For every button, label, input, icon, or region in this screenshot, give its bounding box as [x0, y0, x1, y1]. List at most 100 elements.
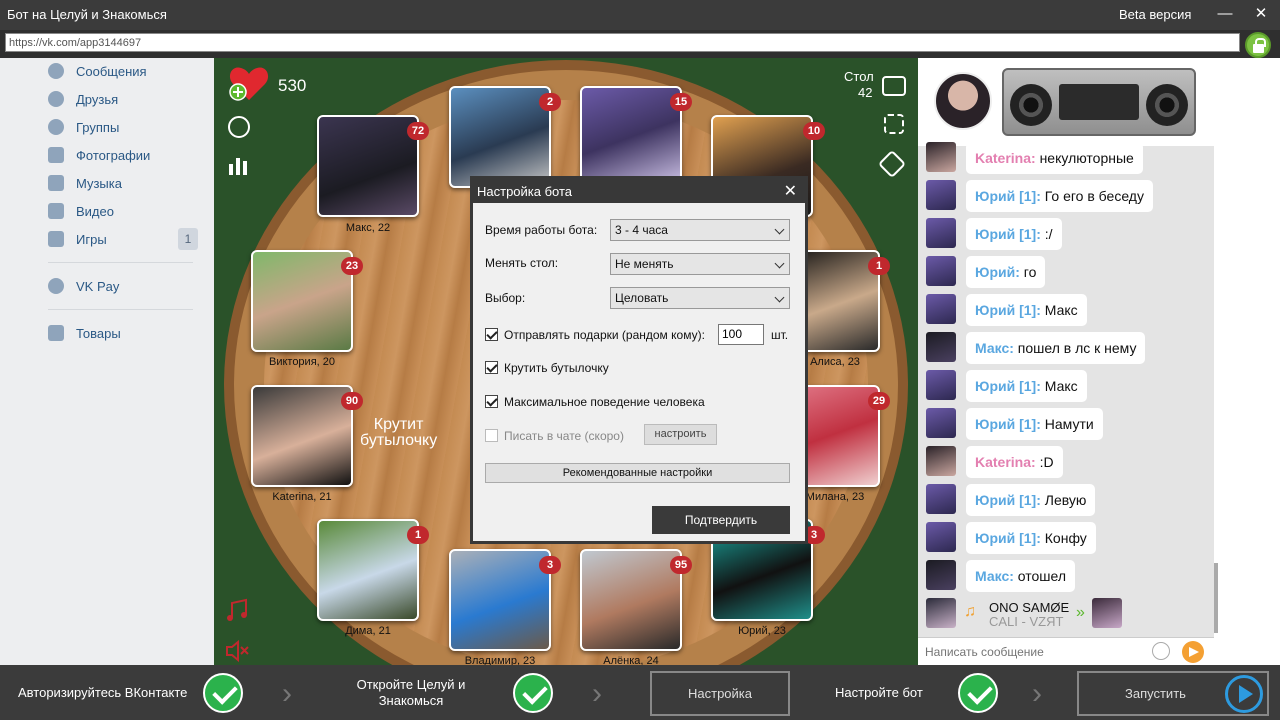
player-avatar[interactable]: [251, 385, 353, 487]
message-author[interactable]: Макс:: [975, 568, 1014, 584]
message-text: го: [1023, 264, 1037, 280]
kiss-count: 1: [407, 526, 429, 544]
sidebar-item-music[interactable]: Музыка: [48, 173, 122, 193]
configure-chat-button[interactable]: настроить: [644, 424, 717, 445]
close-icon[interactable]: ✕: [784, 181, 797, 201]
player-name: Алёнка, 24: [603, 655, 659, 665]
message-author[interactable]: Юрий [1]:: [975, 226, 1041, 242]
message-author[interactable]: Katerina:: [975, 150, 1036, 166]
avatar[interactable]: [926, 294, 956, 324]
message-text: Левую: [1044, 492, 1087, 508]
avatar[interactable]: [926, 142, 956, 172]
rating-icon[interactable]: [228, 155, 250, 175]
avatar[interactable]: [926, 370, 956, 400]
step-configure-label: Настройте бот: [835, 685, 923, 700]
chevron-right-icon: ›: [592, 677, 602, 710]
sound-off-icon[interactable]: [224, 638, 250, 664]
change-table-select[interactable]: Не менять: [610, 253, 790, 275]
sidebar-item-games[interactable]: Игры: [48, 229, 107, 249]
sidebar-item-photos[interactable]: Фотографии: [48, 145, 150, 165]
boombox-icon[interactable]: [1002, 68, 1196, 136]
player-avatar[interactable]: [251, 250, 353, 352]
message-author[interactable]: Юрий [1]:: [975, 416, 1041, 432]
avatar[interactable]: [926, 484, 956, 514]
sidebar-item-vkpay[interactable]: VK Pay: [48, 276, 119, 296]
message-author[interactable]: Юрий [1]:: [975, 492, 1041, 508]
sidebar-item-goods[interactable]: Товары: [48, 323, 121, 343]
message-author[interactable]: Юрий [1]:: [975, 188, 1041, 204]
music-note-icon[interactable]: [224, 598, 250, 624]
settings-button[interactable]: Настройка: [650, 671, 790, 716]
message-bubble: Katerina: некулюторные: [966, 142, 1143, 174]
gift-tag-icon[interactable]: [877, 149, 907, 179]
lock-icon[interactable]: [1245, 32, 1271, 58]
track-artist: CALI - VZЯT: [989, 614, 1064, 629]
speaker-icon: [1010, 84, 1052, 126]
sidebar-item-messages[interactable]: Сообщения: [48, 61, 147, 81]
kiss-count: 95: [670, 556, 692, 574]
send-gifts-checkbox[interactable]: [485, 328, 498, 341]
sidebar-item-friends[interactable]: Друзья: [48, 89, 118, 109]
player-avatar[interactable]: [580, 549, 682, 651]
sidebar-item-groups[interactable]: Группы: [48, 117, 119, 137]
change-table-icon[interactable]: [882, 76, 906, 96]
message-author[interactable]: Юрий [1]:: [975, 378, 1041, 394]
player-avatar[interactable]: [449, 86, 551, 188]
sidebar-item-label: Сообщения: [76, 63, 147, 79]
player-avatar[interactable]: [317, 519, 419, 621]
spin-bottle-checkbox[interactable]: [485, 361, 498, 374]
avatar[interactable]: [926, 522, 956, 552]
player-avatar[interactable]: [449, 549, 551, 651]
close-window-button[interactable]: ✕: [1248, 3, 1274, 27]
message-author[interactable]: Юрий [1]:: [975, 530, 1041, 546]
emoji-icon[interactable]: [1152, 642, 1170, 660]
heart-icon[interactable]: [228, 64, 270, 102]
message-bubble: Юрий: го: [966, 256, 1046, 288]
message-input[interactable]: [925, 643, 1145, 661]
avatar[interactable]: [926, 180, 956, 210]
avatar[interactable]: [926, 218, 956, 248]
message-author[interactable]: Макс:: [975, 340, 1014, 356]
message-author[interactable]: Юрий:: [975, 264, 1020, 280]
scrollbar-thumb[interactable]: [1214, 563, 1218, 633]
url-input[interactable]: [5, 33, 1240, 52]
avatar[interactable]: [926, 332, 956, 362]
achievements-icon[interactable]: [228, 116, 250, 138]
message-text: Макс: [1044, 302, 1078, 318]
message-text: Намути: [1044, 416, 1094, 432]
message-text: Макс: [1044, 378, 1078, 394]
kiss-count: 29: [868, 392, 890, 410]
player-avatar[interactable]: [317, 115, 419, 217]
minimize-button[interactable]: —: [1212, 3, 1238, 27]
bot-settings-dialog: Настройка бота ✕ Время работы бота: 3 - …: [470, 176, 808, 544]
avatar[interactable]: [926, 560, 956, 590]
gifts-unit: шт.: [771, 328, 789, 342]
recommended-settings-button[interactable]: Рекомендованные настройки: [485, 463, 790, 483]
max-human-checkbox[interactable]: [485, 395, 498, 408]
write-chat-checkbox[interactable]: [485, 429, 498, 442]
gifts-count-input[interactable]: 100: [718, 324, 764, 345]
check-icon: [513, 673, 553, 713]
sidebar-item-label: Группы: [76, 119, 120, 135]
confirm-button[interactable]: Подтвердить: [652, 506, 790, 534]
chat-scrollbar[interactable]: [1214, 58, 1280, 665]
play-icon[interactable]: [1225, 675, 1263, 713]
work-time-select[interactable]: 3 - 4 часа: [610, 219, 790, 241]
message-author[interactable]: Katerina:: [975, 454, 1036, 470]
avatar[interactable]: [926, 256, 956, 286]
message-author[interactable]: Юрий [1]:: [975, 302, 1041, 318]
avatar[interactable]: [934, 72, 992, 130]
send-icon[interactable]: [1182, 641, 1204, 663]
friends-icon: [48, 91, 64, 107]
player-name: Дима, 21: [345, 625, 391, 637]
avatar[interactable]: [926, 408, 956, 438]
sidebar-item-video[interactable]: Видео: [48, 201, 114, 221]
spin-bottle-option-label: Крутить бутылочку: [504, 361, 609, 375]
check-icon: [958, 673, 998, 713]
player-avatar[interactable]: [580, 86, 682, 188]
player-name: Макс, 22: [345, 222, 391, 234]
fullscreen-icon[interactable]: [884, 114, 904, 134]
choice-select[interactable]: Целовать: [610, 287, 790, 309]
avatar[interactable]: [926, 446, 956, 476]
check-icon: [203, 673, 243, 713]
